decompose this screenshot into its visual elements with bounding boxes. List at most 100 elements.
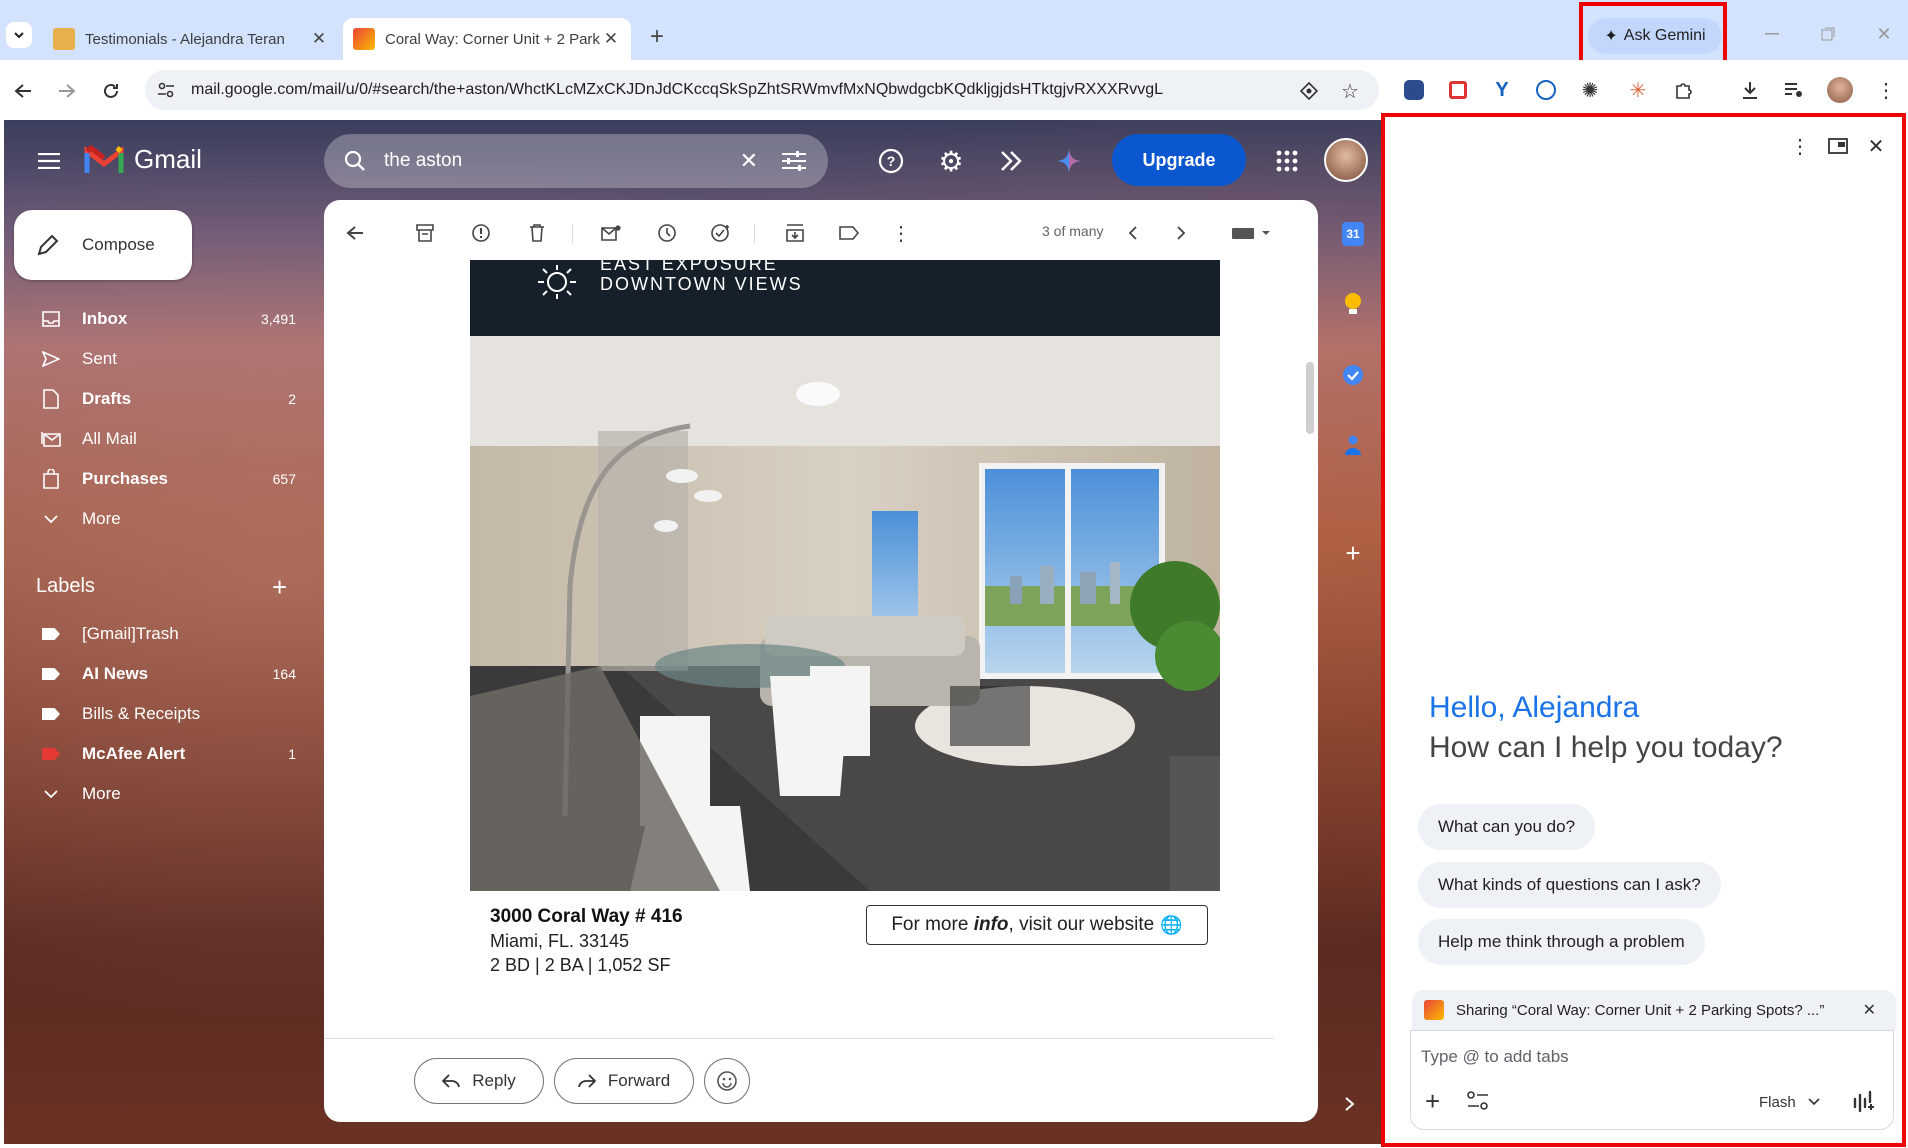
search-icon[interactable] — [344, 150, 366, 172]
forward-icon[interactable] — [54, 78, 80, 104]
gemini-prompt-box[interactable]: Type @ to add tabs + Flash — [1410, 1030, 1894, 1130]
account-avatar[interactable] — [1324, 138, 1368, 182]
clear-search-icon[interactable]: ✕ — [740, 148, 758, 174]
restore-window-icon[interactable] — [1816, 22, 1840, 46]
contacts-icon[interactable] — [1342, 434, 1364, 456]
back-to-search-icon[interactable] — [338, 216, 372, 250]
gmail-m-icon — [84, 144, 124, 173]
extension-1-icon[interactable] — [1402, 78, 1426, 102]
password-manager-icon[interactable] — [1534, 78, 1558, 102]
close-tab-icon[interactable]: ✕ — [309, 29, 329, 49]
keep-icon[interactable] — [1343, 292, 1363, 316]
sun-logo-icon — [538, 265, 576, 299]
search-bar[interactable]: the aston ✕ — [324, 134, 828, 188]
label-item-bills[interactable]: Bills & Receipts — [26, 696, 296, 732]
get-addons-plus-icon[interactable]: + — [1342, 540, 1364, 566]
label-item-trash[interactable]: [Gmail]Trash — [26, 616, 296, 652]
newer-chevron-left-icon[interactable] — [1116, 216, 1150, 250]
suggestion-chip-3[interactable]: Help me think through a problem — [1418, 919, 1705, 965]
tab-search-chevron-icon[interactable] — [6, 22, 32, 48]
media-controls-icon[interactable] — [1782, 78, 1806, 102]
browser-menu-icon[interactable]: ⋮ — [1874, 78, 1898, 102]
back-icon[interactable] — [10, 78, 36, 104]
label-item-more[interactable]: More — [26, 776, 296, 812]
mark-unread-icon[interactable] — [594, 216, 628, 250]
search-options-icon[interactable] — [782, 151, 806, 171]
openai-icon[interactable]: ✺ — [1578, 78, 1602, 102]
bookmark-star-icon[interactable]: ☆ — [1338, 79, 1362, 103]
suggestion-chip-2[interactable]: What kinds of questions can I ask? — [1418, 862, 1721, 908]
tab-testimonials[interactable]: Testimonials - Alejandra Teran ✕ — [43, 18, 339, 60]
report-spam-icon[interactable] — [464, 216, 498, 250]
reload-icon[interactable] — [98, 78, 124, 104]
gemini-star-icon[interactable] — [1054, 146, 1084, 176]
new-tab-button[interactable]: + — [644, 23, 670, 50]
gemini-features-icon[interactable] — [996, 146, 1026, 176]
nav-item-more[interactable]: More — [26, 501, 296, 537]
profile-avatar[interactable] — [1826, 76, 1854, 104]
tasks-icon[interactable] — [1342, 364, 1364, 386]
website-link-button[interactable]: For more info , visit our website 🌐 — [866, 905, 1208, 945]
stop-sharing-close-icon[interactable]: ✕ — [1863, 1000, 1876, 1020]
model-selector[interactable]: Flash — [1759, 1089, 1820, 1115]
gemini-more-icon[interactable]: ⋮ — [1788, 134, 1812, 158]
reply-button[interactable]: Reply — [414, 1058, 544, 1104]
extension-3-icon[interactable]: Y — [1490, 78, 1514, 102]
forward-label: Forward — [607, 1071, 671, 1090]
search-input[interactable]: the aston — [384, 150, 740, 172]
label-item-mcafee[interactable]: McAfee Alert 1 — [26, 736, 296, 772]
input-tools-keyboard-icon[interactable] — [1228, 216, 1276, 250]
calendar-icon[interactable]: 31 — [1342, 222, 1364, 246]
upgrade-button[interactable]: Upgrade — [1112, 134, 1246, 186]
close-window-icon[interactable]: ✕ — [1872, 22, 1896, 46]
gemini-input[interactable]: Type @ to add tabs — [1421, 1047, 1569, 1067]
main-menu-icon[interactable] — [34, 146, 64, 176]
nav-item-drafts[interactable]: Drafts 2 — [26, 381, 296, 417]
help-icon[interactable]: ? — [876, 146, 906, 176]
close-tab-icon[interactable]: ✕ — [601, 29, 621, 49]
claude-icon[interactable]: ✳ — [1626, 78, 1650, 102]
snooze-clock-icon[interactable] — [650, 216, 684, 250]
voice-mic-icon[interactable] — [1851, 1089, 1875, 1113]
gemini-popout-icon[interactable] — [1826, 134, 1850, 158]
reading-pane-scrollbar[interactable] — [1306, 362, 1314, 434]
extension-2-icon[interactable] — [1446, 78, 1470, 102]
more-actions-icon[interactable]: ⋮ — [884, 216, 918, 250]
address-bar[interactable]: mail.google.com/mail/u/0/#search/the+ast… — [145, 70, 1379, 110]
tools-icon[interactable] — [1467, 1091, 1489, 1111]
forward-button[interactable]: Forward — [554, 1058, 694, 1104]
suggestion-chip-1[interactable]: What can you do? — [1418, 804, 1596, 850]
label-icon[interactable] — [832, 216, 866, 250]
nav-item-inbox[interactable]: Inbox 3,491 — [26, 301, 296, 337]
cta-post: , visit our website — [1008, 914, 1155, 935]
emoji-react-button[interactable] — [704, 1058, 750, 1104]
settings-gear-icon[interactable]: ⚙ — [936, 146, 966, 177]
delete-trash-icon[interactable] — [520, 216, 554, 250]
downloads-icon[interactable] — [1738, 78, 1762, 102]
toolbar-divider — [572, 224, 573, 244]
gmail-logo[interactable]: Gmail — [84, 144, 202, 175]
archive-icon[interactable] — [408, 216, 442, 250]
show-side-panel-chevron-icon[interactable] — [1344, 1096, 1360, 1116]
label-item-ai-news[interactable]: AI News 164 — [26, 656, 296, 692]
lens-icon[interactable] — [1298, 80, 1320, 102]
tab-coral-way[interactable]: Coral Way: Corner Unit + 2 Park ✕ — [343, 18, 631, 60]
extensions-puzzle-icon[interactable] — [1672, 78, 1696, 102]
nav-count: 657 — [272, 471, 296, 487]
nav-count: 2 — [288, 391, 296, 407]
minimize-window-icon[interactable] — [1760, 22, 1784, 46]
add-attachment-plus-icon[interactable]: + — [1425, 1088, 1440, 1114]
move-to-icon[interactable] — [778, 216, 812, 250]
smiley-icon — [716, 1070, 738, 1092]
create-label-icon[interactable]: + — [272, 572, 287, 603]
nav-item-all-mail[interactable]: All Mail — [26, 421, 296, 457]
nav-item-purchases[interactable]: Purchases 657 — [26, 461, 296, 497]
add-to-tasks-icon[interactable] — [704, 216, 738, 250]
site-info-icon[interactable] — [154, 78, 178, 102]
gemini-close-icon[interactable]: ✕ — [1864, 134, 1888, 158]
apps-grid-icon[interactable] — [1272, 146, 1302, 176]
nav-item-sent[interactable]: Sent — [26, 341, 296, 377]
labels-heading: Labels — [36, 575, 95, 597]
compose-button[interactable]: Compose — [14, 210, 192, 280]
older-chevron-right-icon[interactable] — [1164, 216, 1198, 250]
